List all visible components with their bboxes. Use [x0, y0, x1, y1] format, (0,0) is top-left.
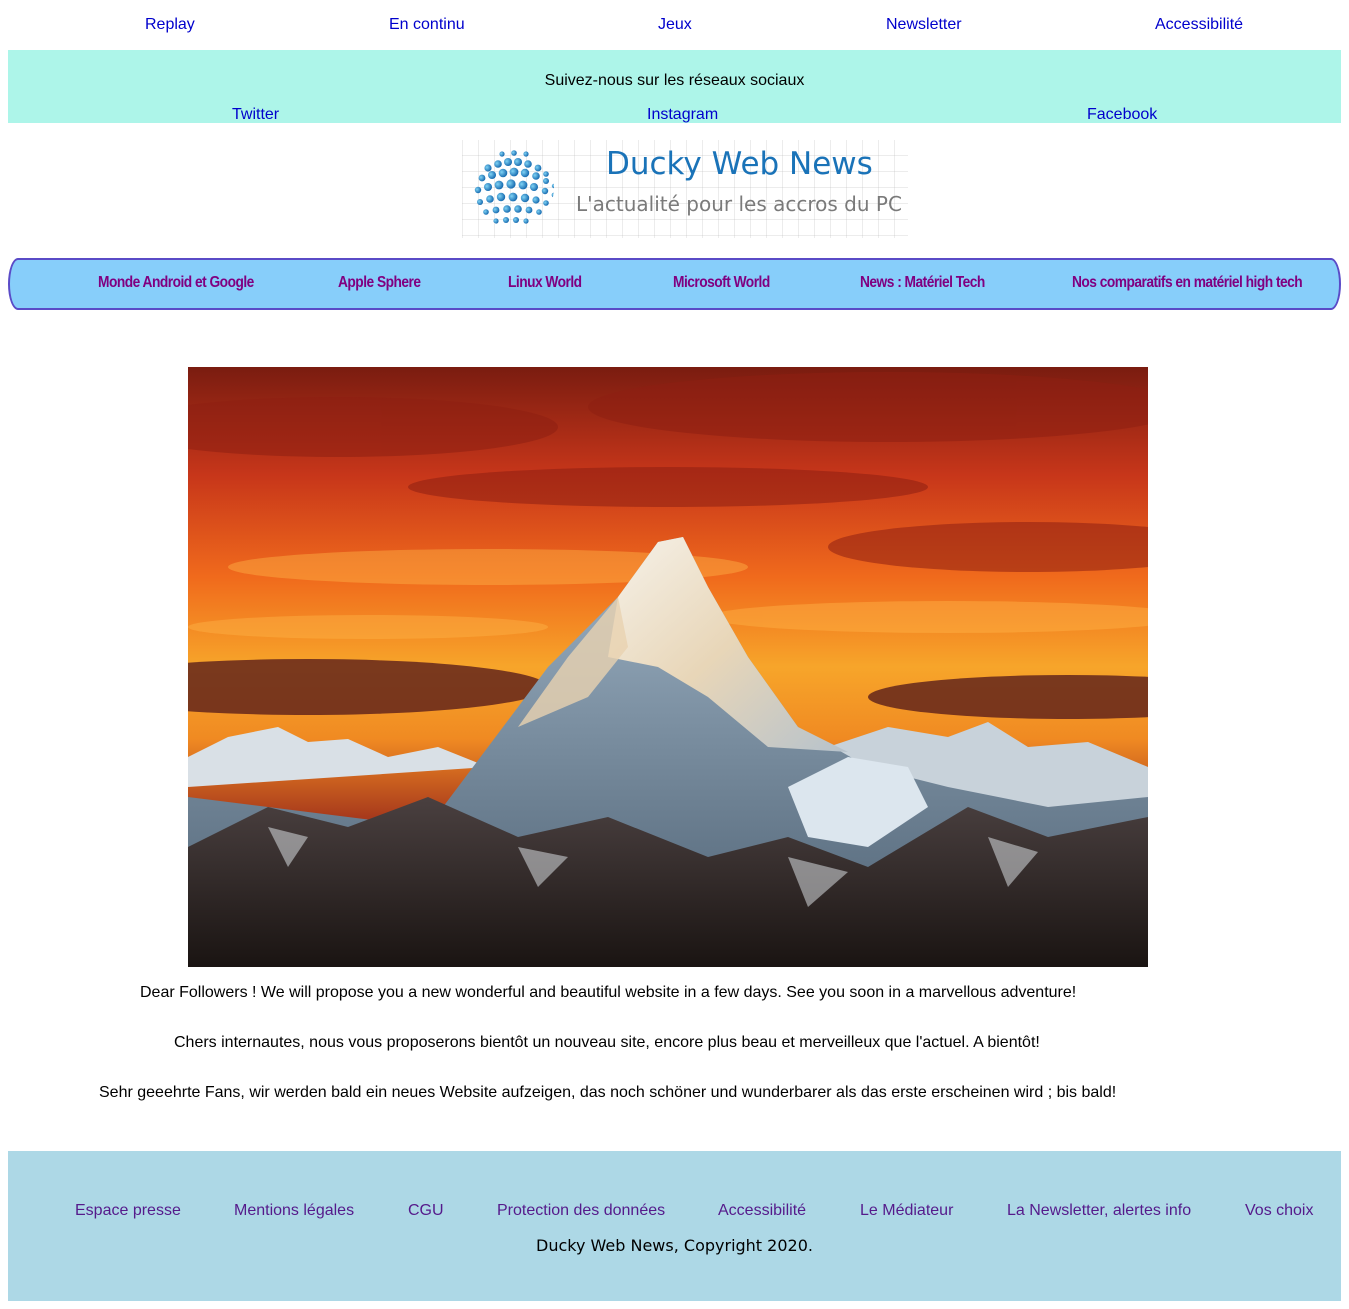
category-comparatifs[interactable]: Nos comparatifs en matériel high tech [1072, 274, 1303, 292]
logo-tagline: L'actualité pour les accros du PC [576, 192, 902, 216]
message-german: Sehr geeehrte Fans, wir werden bald ein … [99, 1084, 1117, 1101]
footer-link-protection-donnees[interactable]: Protection des données [497, 1202, 665, 1220]
top-nav-newsletter[interactable]: Newsletter [886, 16, 962, 34]
category-menu: Monde Android et Google Apple Sphere Lin… [8, 258, 1341, 310]
social-title: Suivez-nous sur les réseaux sociaux [544, 72, 805, 89]
message-english: Dear Followers ! We will propose you a n… [140, 984, 1077, 1001]
category-microsoft-world[interactable]: Microsoft World [673, 274, 770, 292]
footer-link-mentions-legales[interactable]: Mentions légales [234, 1202, 354, 1220]
message-french: Chers internautes, nous vous proposerons… [174, 1034, 1040, 1051]
social-band: Suivez-nous sur les réseaux sociaux Twit… [8, 50, 1341, 123]
footer-link-vos-choix[interactable]: Vos choix [1245, 1202, 1313, 1220]
top-nav-replay[interactable]: Replay [145, 16, 195, 34]
social-link-instagram[interactable]: Instagram [647, 106, 718, 124]
top-nav: Replay En continu Jeux Newsletter Access… [0, 0, 1349, 50]
logo-brand: Ducky Web News [606, 146, 873, 182]
footer-link-newsletter[interactable]: La Newsletter, alertes info [1007, 1202, 1191, 1220]
social-link-twitter[interactable]: Twitter [232, 106, 279, 124]
category-android-google[interactable]: Monde Android et Google [98, 274, 254, 292]
footer-copyright: Ducky Web News, Copyright 2020. [536, 1236, 813, 1255]
category-linux-world[interactable]: Linux World [508, 274, 582, 292]
top-nav-en-continu[interactable]: En continu [389, 16, 465, 34]
footer: Espace presse Mentions légales CGU Prote… [8, 1151, 1341, 1301]
footer-link-espace-presse[interactable]: Espace presse [75, 1202, 181, 1220]
footer-link-cgu[interactable]: CGU [408, 1202, 444, 1220]
footer-link-accessibilite[interactable]: Accessibilité [718, 1202, 806, 1220]
social-link-facebook[interactable]: Facebook [1087, 106, 1157, 124]
top-nav-jeux[interactable]: Jeux [658, 16, 692, 34]
category-apple-sphere[interactable]: Apple Sphere [338, 274, 421, 292]
site-logo[interactable]: Ducky Web News L'actualité pour les accr… [462, 140, 908, 238]
footer-link-mediateur[interactable]: Le Médiateur [860, 1202, 953, 1220]
globe-icon [474, 150, 554, 224]
category-materiel-tech[interactable]: News : Matériel Tech [860, 274, 985, 292]
top-nav-accessibilite[interactable]: Accessibilité [1155, 16, 1243, 34]
hero-mountain-image [188, 367, 1148, 967]
